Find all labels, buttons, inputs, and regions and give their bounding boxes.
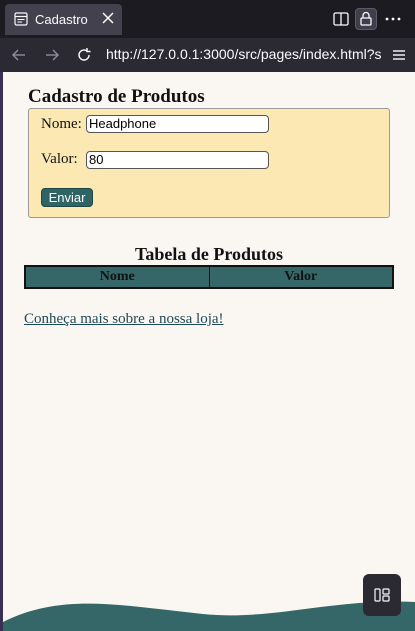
more-icon[interactable] (382, 8, 404, 30)
widget-button[interactable] (363, 574, 401, 616)
back-icon[interactable] (8, 44, 30, 66)
table-title: Tabela de Produtos (134, 244, 284, 264)
tab-title: Cadastro (35, 12, 88, 27)
browser-tab-bar: Cadastro (0, 0, 415, 38)
url-field[interactable]: http://127.0.0.1:3000/src/pages/index.ht… (106, 46, 382, 62)
submit-button[interactable]: Enviar (41, 188, 93, 207)
page-viewport: Cadastro de Produtos Nome: Headphone Val… (3, 72, 415, 631)
column-header-valor: Valor (208, 265, 394, 289)
forward-icon[interactable] (41, 44, 63, 66)
reload-icon[interactable] (73, 44, 95, 66)
store-info-link[interactable]: Conheça mais sobre a nossa loja! (24, 311, 224, 328)
tab-page-icon (14, 12, 28, 26)
footer-wave (3, 601, 415, 631)
table-header-row: Nome Valor (24, 265, 394, 289)
lock-icon[interactable] (355, 8, 377, 30)
close-icon[interactable] (102, 12, 114, 24)
nome-label: Nome: (41, 116, 82, 132)
valor-input[interactable]: 80 (86, 151, 269, 169)
nome-input[interactable]: Headphone (86, 115, 269, 133)
product-form: Nome: Headphone Valor: 80 Enviar (28, 108, 390, 218)
navigation-bar: http://127.0.0.1:3000/src/pages/index.ht… (0, 38, 415, 72)
menu-icon[interactable] (388, 44, 410, 66)
page-title: Cadastro de Produtos (28, 86, 205, 107)
product-table: Nome Valor (24, 265, 394, 289)
valor-label: Valor: (41, 151, 78, 167)
sidebar-icon[interactable] (330, 8, 352, 30)
browser-tab[interactable]: Cadastro (5, 4, 122, 35)
column-header-nome: Nome (24, 265, 210, 289)
widget-icon (374, 588, 390, 602)
